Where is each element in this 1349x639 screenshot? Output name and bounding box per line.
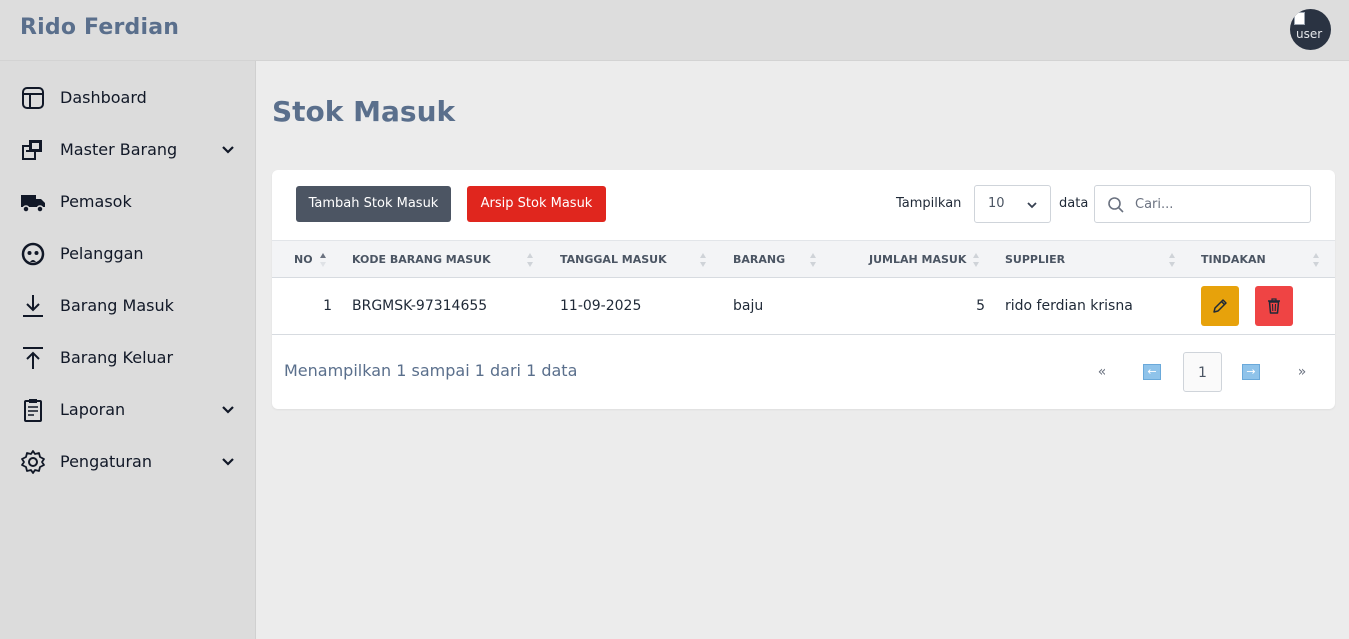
cell-tanggal: 11-09-2025 (560, 298, 642, 314)
pagination-last[interactable]: » (1292, 352, 1312, 392)
sidebar-item-pelanggan[interactable]: Pelanggan (0, 234, 256, 274)
sort-icon[interactable] (809, 252, 817, 268)
cell-no: 1 (323, 298, 332, 314)
page-size-select[interactable]: 10 (974, 185, 1051, 223)
column-header-no[interactable]: NO (294, 253, 313, 266)
chevron-down-icon[interactable] (220, 454, 236, 470)
pagination-next[interactable]: → (1241, 352, 1261, 392)
page-size-suffix: data (1059, 196, 1089, 211)
sidebar-item-dashboard[interactable]: Dashboard (0, 78, 256, 118)
search-input[interactable] (1135, 194, 1300, 214)
sidebar-item-label: Barang Keluar (60, 348, 174, 367)
sidebar-item-pengaturan[interactable]: Pengaturan (0, 442, 256, 482)
sort-icon[interactable] (1312, 252, 1320, 268)
sidebar-item-barang-keluar[interactable]: Barang Keluar (0, 338, 256, 378)
user-avatar[interactable]: user (1290, 9, 1331, 50)
customer-icon (21, 242, 45, 266)
sidebar-item-label: Pelanggan (60, 244, 144, 263)
search-box[interactable] (1094, 185, 1311, 223)
dashboard-icon (22, 87, 44, 109)
cell-supplier: rido ferdian krisna (1005, 298, 1133, 314)
cell-barang: baju (733, 298, 764, 314)
truck-icon (21, 195, 45, 213)
arrow-left-icon: ← (1143, 364, 1161, 380)
arrow-up-icon (23, 347, 43, 369)
page-size-label: Tampilkan (896, 196, 962, 211)
chevron-down-icon[interactable] (220, 142, 236, 158)
page-size-value: 10 (988, 196, 1005, 211)
sort-icon[interactable] (972, 252, 980, 268)
sort-ascending-icon[interactable] (319, 252, 327, 268)
report-icon (24, 399, 42, 422)
pagination-page-current[interactable]: 1 (1183, 352, 1222, 392)
sidebar-item-master-barang[interactable]: Master Barang (0, 130, 256, 170)
column-header-jumlah[interactable]: JUMLAH MASUK (869, 253, 966, 266)
archive-stock-in-button[interactable]: Arsip Stok Masuk (467, 186, 606, 222)
sidebar-item-label: Pengaturan (60, 452, 152, 471)
sidebar-item-laporan[interactable]: Laporan (0, 390, 256, 430)
add-stock-in-button[interactable]: Tambah Stok Masuk (296, 186, 451, 222)
sidebar-item-label: Laporan (60, 400, 126, 419)
top-bar: Rido Ferdian user (0, 0, 1349, 61)
cell-kode: BRGMSK-97314655 (352, 298, 488, 314)
column-header-kode[interactable]: KODE BARANG MASUK (352, 253, 491, 266)
brand-title[interactable]: Rido Ferdian (20, 15, 179, 40)
cell-jumlah: 5 (976, 298, 985, 314)
sidebar-item-label: Master Barang (60, 140, 178, 159)
delete-button[interactable] (1255, 286, 1293, 326)
sidebar-item-label: Pemasok (60, 192, 132, 211)
arrow-down-icon (23, 295, 43, 317)
sidebar-item-label: Dashboard (60, 88, 147, 107)
pencil-icon (1213, 299, 1227, 313)
column-header-tanggal[interactable]: TANGGAL MASUK (560, 253, 667, 266)
gear-icon (21, 450, 45, 474)
table-row: 1 BRGMSK-97314655 11-09-2025 baju 5 rido… (272, 278, 1335, 335)
sidebar-item-barang-masuk[interactable]: Barang Masuk (0, 286, 256, 326)
sidebar: Dashboard Master Barang Pemasok Pelangga… (0, 61, 256, 639)
broken-image-icon (1294, 12, 1305, 25)
stock-in-card: Tambah Stok Masuk Arsip Stok Masuk Tampi… (272, 170, 1335, 409)
sort-icon[interactable] (526, 252, 534, 268)
column-header-supplier[interactable]: SUPPLIER (1005, 253, 1065, 266)
sidebar-item-label: Barang Masuk (60, 296, 174, 315)
column-header-barang[interactable]: BARANG (733, 253, 785, 266)
sort-icon[interactable] (1168, 252, 1176, 268)
arrow-right-icon: → (1242, 364, 1260, 380)
pagination-first[interactable]: « (1092, 352, 1112, 392)
table-info: Menampilkan 1 sampai 1 dari 1 data (284, 361, 578, 380)
pagination-previous[interactable]: ← (1142, 352, 1162, 392)
column-header-tindakan[interactable]: TINDAKAN (1201, 253, 1266, 266)
edit-button[interactable] (1201, 286, 1239, 326)
boxes-icon (22, 140, 42, 160)
sidebar-item-pemasok[interactable]: Pemasok (0, 182, 256, 222)
avatar-alt-text: user (1296, 27, 1323, 41)
chevron-down-icon (1027, 202, 1037, 209)
table-header: NO KODE BARANG MASUK TANGGAL MASUK BARAN… (272, 240, 1335, 278)
page-title: Stok Masuk (272, 95, 456, 128)
search-icon (1108, 197, 1124, 213)
chevron-down-icon[interactable] (220, 402, 236, 418)
sort-icon[interactable] (699, 252, 707, 268)
trash-icon (1268, 298, 1280, 314)
